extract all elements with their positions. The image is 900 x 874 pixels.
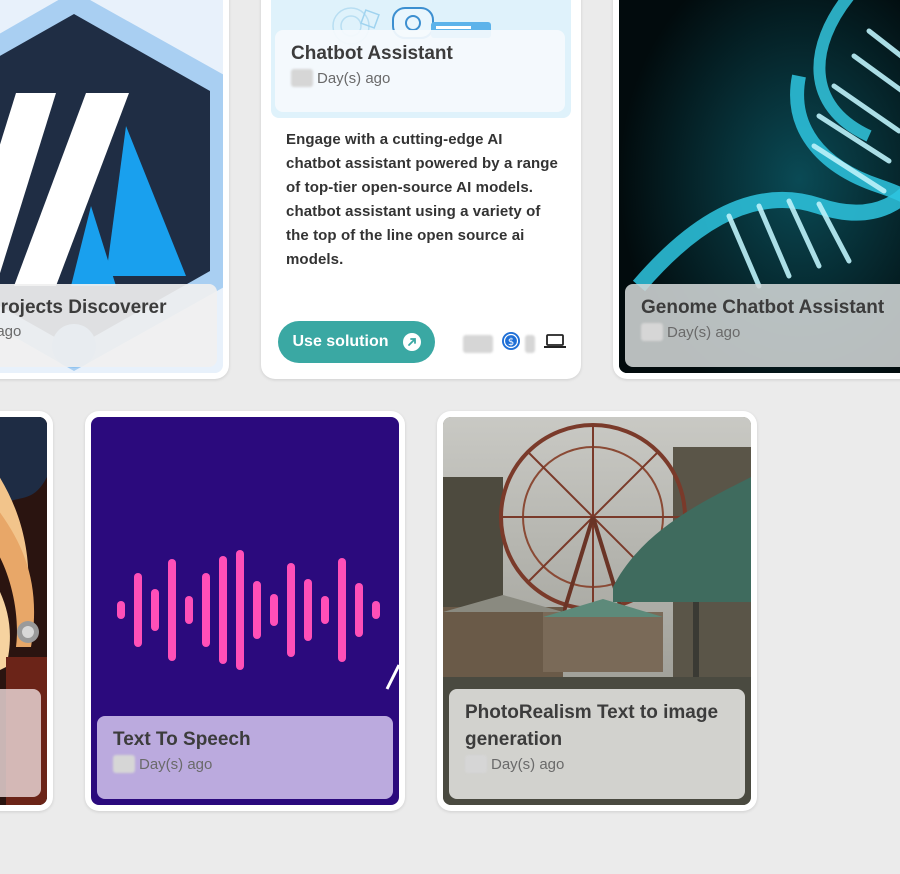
card-date: Day(s) ago <box>491 755 565 773</box>
card-date: Day(s) ago <box>0 323 22 340</box>
solution-card-chatbot-assistant[interactable]: Chatbot Assistant Day(s) ago Engage with… <box>261 0 581 379</box>
separator <box>525 334 535 353</box>
avatar <box>641 323 663 341</box>
card-date: Day(s) ago <box>667 323 741 341</box>
card-info-panel: Projects Discoverer Day(s) ago <box>0 284 217 367</box>
card-date: Day(s) ago <box>139 755 213 773</box>
avatar <box>465 755 487 773</box>
card-info-panel: Text To Speech Day(s) ago <box>97 716 393 799</box>
button-label: Use solution <box>292 333 389 350</box>
card-title: Chatbot Assistant <box>291 43 453 64</box>
solution-card-anime[interactable] <box>0 411 53 811</box>
card-info-panel: Genome Chatbot Assistant Day(s) ago <box>625 284 900 367</box>
laptop-icon <box>543 332 567 355</box>
external-arrow-icon <box>402 333 421 351</box>
dollar-circle-icon: $ <box>501 331 521 356</box>
card-info-panel: Chatbot Assistant Day(s) ago <box>275 30 565 112</box>
solution-card-photorealism[interactable]: PhotoRealism Text to image generation Da… <box>437 411 757 811</box>
card-title: Projects Discoverer <box>0 297 167 318</box>
card-title: Genome Chatbot Assistant <box>641 297 885 318</box>
avatar <box>291 69 313 87</box>
card-info-panel: PhotoRealism Text to image generation Da… <box>449 689 745 799</box>
card-date: Day(s) ago <box>317 69 391 87</box>
price-placeholder <box>463 334 493 353</box>
card-title: Text To Speech <box>113 729 251 750</box>
pricing-icons: $ <box>463 331 567 356</box>
avatar <box>113 755 135 773</box>
svg-text:$: $ <box>508 337 514 348</box>
card-title: PhotoRealism Text to image generation <box>465 702 719 750</box>
solution-card-projects-discoverer[interactable]: Projects Discoverer Day(s) ago <box>0 0 229 379</box>
card-info-panel <box>0 689 41 797</box>
solution-card-text-to-speech[interactable]: Text To Speech Day(s) ago <box>85 411 405 811</box>
solution-card-genome-chatbot[interactable]: Genome Chatbot Assistant Day(s) ago <box>613 0 900 379</box>
card-description: Engage with a cutting-edge AI chatbot as… <box>286 131 559 268</box>
use-solution-button[interactable]: Use solution <box>278 321 435 363</box>
